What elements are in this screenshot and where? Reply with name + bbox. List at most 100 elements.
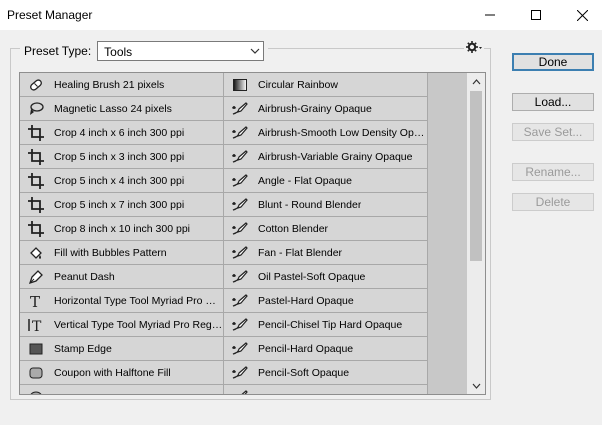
scroll-up-button[interactable] — [467, 73, 485, 90]
save-set-button[interactable]: Save Set... — [512, 123, 594, 141]
preset-item[interactable]: Stamp Edge — [20, 337, 224, 361]
preset-item[interactable]: Pencil-Soft Opaque — [224, 361, 428, 385]
preset-item[interactable]: Crop 8 inch x 10 inch 300 ppi — [20, 217, 224, 241]
mixer-brush-icon — [231, 292, 249, 310]
preset-item-label: Oil Pastel-Soft Opaque — [258, 270, 366, 283]
svg-text:T: T — [32, 319, 42, 333]
rectangle-icon — [27, 340, 45, 358]
preset-item[interactable]: Crop 5 inch x 7 inch 300 ppi — [20, 193, 224, 217]
preset-item[interactable]: Peanut Dash — [20, 265, 224, 289]
scroll-down-button[interactable] — [467, 377, 485, 394]
preset-item[interactable]: T Horizontal Type Tool Myriad Pro Re... — [20, 289, 224, 313]
gradient-icon — [231, 76, 249, 94]
maximize-icon — [531, 10, 541, 20]
preset-item[interactable]: Pastel-Hard Opaque — [224, 289, 428, 313]
preset-grid: Healing Brush 21 pixels Magnetic Lasso 24… — [20, 73, 467, 394]
preset-item-label: Fill with Bubbles Pattern — [54, 246, 167, 259]
window-title: Preset Manager — [7, 8, 93, 22]
delete-button[interactable]: Delete — [512, 193, 594, 211]
mixer-brush-icon — [231, 340, 249, 358]
preset-item-label: Cotton Blender — [258, 222, 329, 235]
preset-item-label: Blunt - Round Blender — [258, 198, 362, 211]
crop-icon — [27, 172, 45, 190]
preset-item[interactable]: Healing Brush 21 pixels — [20, 73, 224, 97]
mixer-brush-icon — [231, 124, 249, 142]
preset-item-label: Crop 5 inch x 4 inch 300 ppi — [54, 174, 185, 187]
preset-item[interactable]: Crop 4 inch x 6 inch 300 ppi — [20, 121, 224, 145]
preset-item-label: Circular Rainbow — [258, 78, 338, 91]
preset-item-label: Magnetic Lasso 24 pixels — [54, 102, 172, 115]
preset-item-label: Airbrush-Smooth Low Density Opa... — [258, 126, 427, 139]
preset-item-label: Airbrush-Grainy Opaque — [258, 102, 372, 115]
title-bar: Preset Manager — [0, 0, 602, 30]
preset-item[interactable]: Crop 5 inch x 4 inch 300 ppi — [20, 169, 224, 193]
preset-item[interactable]: Airbrush-Variable Grainy Opaque — [224, 145, 428, 169]
mixer-brush-icon — [231, 172, 249, 190]
preset-item[interactable]: Pencil-Hard Opaque — [224, 337, 428, 361]
preset-item-label: Crop 5 inch x 3 inch 300 ppi — [54, 150, 185, 163]
preset-item-label: Airbrush-Variable Grainy Opaque — [258, 150, 413, 163]
healing-brush-icon — [27, 76, 45, 94]
paint-bucket-icon — [27, 244, 45, 262]
rename-button[interactable]: Rename... — [512, 163, 594, 181]
preset-item[interactable]: T Vertical Type Tool Myriad Pro Regu... — [20, 313, 224, 337]
mixer-brush-icon — [231, 100, 249, 118]
preset-item[interactable]: Airbrush-Grainy Opaque — [224, 97, 428, 121]
close-button[interactable] — [559, 0, 602, 30]
preset-item[interactable]: Magnetic Lasso 24 pixels — [20, 97, 224, 121]
preset-item-label: Fan - Flat Blender — [258, 246, 343, 259]
preset-item[interactable] — [224, 385, 428, 394]
mixer-brush-icon — [231, 148, 249, 166]
preset-item[interactable]: Fill with Bubbles Pattern — [20, 241, 224, 265]
preset-type-label: Preset Type: — [24, 44, 92, 58]
load-button[interactable]: Load... — [512, 93, 594, 111]
mixer-brush-icon — [231, 364, 249, 382]
crop-icon — [27, 196, 45, 214]
preset-item[interactable]: Angle - Flat Opaque — [224, 169, 428, 193]
scroll-thumb[interactable] — [470, 91, 482, 261]
crop-icon — [27, 124, 45, 142]
gear-icon — [466, 41, 482, 53]
preset-item[interactable]: Crop 5 inch x 3 inch 300 ppi — [20, 145, 224, 169]
preset-item-label: Crop 4 inch x 6 inch 300 ppi — [54, 126, 185, 139]
preset-item-label: Coupon with Halftone Fill — [54, 366, 171, 379]
vertical-scrollbar[interactable] — [467, 73, 485, 394]
minimize-button[interactable] — [467, 0, 513, 30]
preset-item-label: Horizontal Type Tool Myriad Pro Re... — [54, 294, 223, 307]
preset-item[interactable]: Airbrush-Smooth Low Density Opa... — [224, 121, 428, 145]
vertical-type-icon: T — [27, 316, 45, 334]
magnetic-lasso-icon — [27, 100, 45, 118]
preset-item-label: Crop 8 inch x 10 inch 300 ppi — [54, 222, 191, 235]
preset-item-label: Pastel-Hard Opaque — [258, 294, 354, 307]
done-button[interactable]: Done — [512, 53, 594, 71]
preset-item[interactable] — [20, 385, 224, 394]
mixer-brush-icon — [231, 244, 249, 262]
preset-item[interactable]: Cotton Blender — [224, 217, 428, 241]
preset-item-label: Angle - Flat Opaque — [258, 174, 352, 187]
pen-icon — [27, 268, 45, 286]
preset-list[interactable]: Healing Brush 21 pixels Magnetic Lasso 24… — [19, 72, 486, 395]
chevron-down-icon — [250, 48, 260, 54]
preset-item-label: Vertical Type Tool Myriad Pro Regu... — [54, 318, 223, 331]
chevron-down-icon — [472, 383, 480, 389]
preset-item[interactable]: Coupon with Halftone Fill — [20, 361, 224, 385]
preset-item[interactable]: Oil Pastel-Soft Opaque — [224, 265, 428, 289]
preset-column-left: Healing Brush 21 pixels Magnetic Lasso 24… — [20, 73, 224, 394]
preset-column-right: Circular Rainbow Airbrush-Grainy Opaque Ai… — [224, 73, 428, 394]
mixer-brush-icon — [231, 268, 249, 286]
mixer-brush-icon — [231, 196, 249, 214]
preset-item-label: Stamp Edge — [54, 342, 112, 355]
maximize-button[interactable] — [513, 0, 559, 30]
preset-item[interactable]: Fan - Flat Blender — [224, 241, 428, 265]
preset-item-label: Pencil-Soft Opaque — [258, 366, 350, 379]
preset-type-value: Tools — [104, 45, 133, 59]
preset-item[interactable]: Circular Rainbow — [224, 73, 428, 97]
preset-item[interactable]: Pencil-Chisel Tip Hard Opaque — [224, 313, 428, 337]
minimize-icon — [485, 14, 495, 16]
mixer-brush-icon — [231, 388, 249, 394]
gear-menu-button[interactable] — [464, 41, 484, 56]
preset-item-label: Pencil-Chisel Tip Hard Opaque — [258, 318, 403, 331]
preset-type-dropdown[interactable]: Tools — [97, 41, 265, 61]
preset-type-row: Preset Type: Tools — [20, 40, 269, 62]
preset-item[interactable]: Blunt - Round Blender — [224, 193, 428, 217]
